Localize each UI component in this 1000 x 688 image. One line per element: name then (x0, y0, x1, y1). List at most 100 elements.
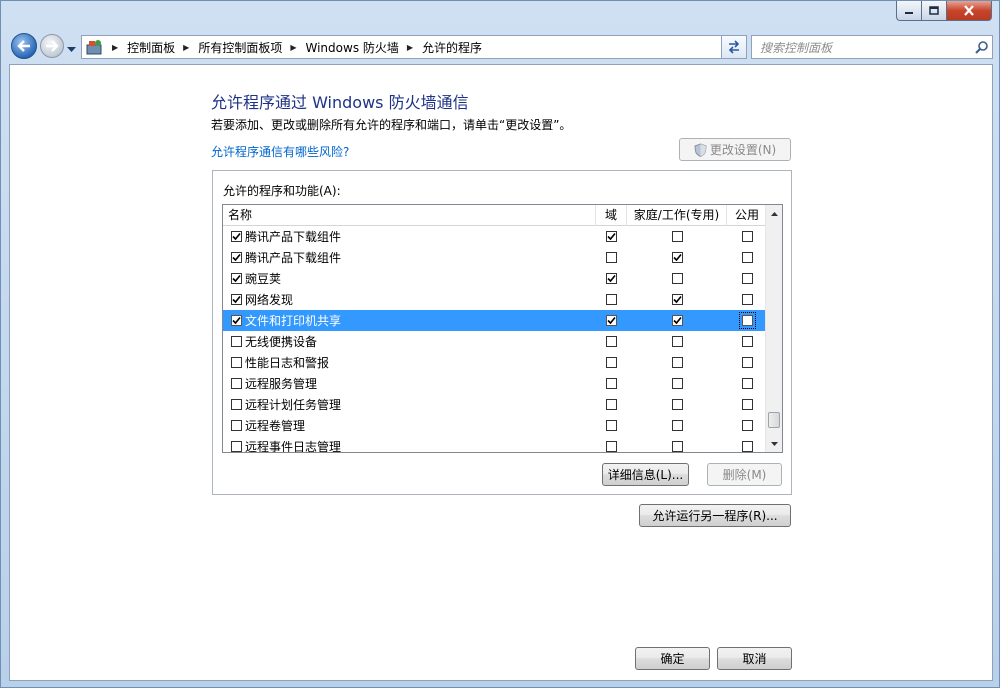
domain-checkbox[interactable] (606, 399, 617, 410)
domain-checkbox[interactable] (606, 420, 617, 431)
breadcrumb-control-panel[interactable]: 控制面板 (125, 36, 177, 58)
program-enabled-checkbox[interactable] (231, 441, 242, 452)
public-cell (727, 310, 767, 331)
public-checkbox[interactable] (741, 294, 753, 305)
program-enabled-checkbox[interactable] (231, 273, 242, 284)
program-row[interactable]: 远程计划任务管理 (223, 394, 767, 415)
details-button[interactable]: 详细信息(L)... (602, 463, 689, 486)
program-row[interactable]: 网络发现 (223, 289, 767, 310)
cancel-button[interactable]: 取消 (717, 647, 792, 670)
search-icon[interactable] (970, 40, 992, 54)
breadcrumb-all-items[interactable]: 所有控制面板项 (196, 36, 284, 58)
forward-button[interactable] (40, 34, 64, 58)
close-button[interactable] (947, 1, 992, 21)
breadcrumb-firewall[interactable]: Windows 防火墙 (304, 36, 401, 58)
page-title: 允许程序通过 Windows 防火墙通信 (211, 93, 469, 112)
maximize-button[interactable] (922, 1, 947, 21)
program-rows: 腾讯产品下载组件 腾讯产品下载组件 豌豆荚 网络发现 文件和打印机共享无线便携设备 性能日… (223, 226, 767, 452)
program-name-cell: 性能日志和警报 (223, 354, 596, 371)
allow-another-program-button[interactable]: 允许运行另一程序(R)... (639, 504, 791, 527)
allowed-programs-label: 允许的程序和功能(A): (223, 184, 341, 198)
program-name-cell: 无线便携设备 (223, 333, 596, 350)
program-row[interactable]: 远程卷管理 (223, 415, 767, 436)
back-arrow-icon (17, 40, 30, 52)
search-box[interactable]: 搜索控制面板 (751, 35, 993, 59)
home-work-checkbox[interactable] (671, 378, 683, 389)
program-row[interactable]: 性能日志和警报 (223, 352, 767, 373)
program-enabled-checkbox[interactable] (231, 252, 242, 263)
checkmark-icon (607, 274, 616, 283)
program-enabled-checkbox[interactable] (231, 294, 242, 305)
domain-checkbox[interactable] (606, 315, 617, 326)
domain-checkbox[interactable] (606, 231, 617, 242)
home-cell (627, 352, 727, 373)
change-settings-button[interactable]: 更改设置(N) (679, 138, 791, 161)
program-row[interactable]: 腾讯产品下载组件 (223, 247, 767, 268)
public-checkbox[interactable] (741, 399, 753, 410)
program-row[interactable]: 腾讯产品下载组件 (223, 226, 767, 247)
column-header-name[interactable]: 名称 (223, 205, 596, 226)
home-work-checkbox[interactable] (671, 420, 683, 431)
address-bar[interactable]: ▶ 控制面板 ▶ 所有控制面板项 ▶ Windows 防火墙 ▶ 允许的程序 (81, 35, 745, 59)
domain-checkbox[interactable] (606, 294, 617, 305)
column-header-home-work[interactable]: 家庭/工作(专用) (627, 205, 727, 226)
scroll-thumb[interactable] (768, 412, 780, 428)
column-header-domain[interactable]: 域 (596, 205, 627, 226)
program-row[interactable]: 无线便携设备 (223, 331, 767, 352)
public-checkbox[interactable] (741, 336, 753, 347)
program-enabled-checkbox[interactable] (231, 315, 242, 326)
back-button[interactable] (11, 33, 37, 59)
public-checkbox[interactable] (741, 273, 753, 284)
domain-checkbox[interactable] (606, 273, 617, 284)
column-header-public[interactable]: 公用 (727, 205, 767, 226)
forward-arrow-icon (46, 40, 59, 52)
program-enabled-checkbox[interactable] (231, 399, 242, 410)
program-row[interactable]: 远程服务管理 (223, 373, 767, 394)
program-enabled-checkbox[interactable] (231, 231, 242, 242)
program-row[interactable]: 豌豆荚 (223, 268, 767, 289)
search-input[interactable]: 搜索控制面板 (752, 39, 970, 56)
domain-checkbox[interactable] (606, 252, 617, 263)
domain-checkbox[interactable] (606, 441, 617, 452)
home-work-checkbox[interactable] (671, 441, 683, 452)
public-checkbox[interactable] (741, 378, 753, 389)
list-header: 名称 域 家庭/工作(专用) 公用 (223, 205, 767, 226)
program-row[interactable]: 文件和打印机共享 (223, 310, 767, 331)
domain-cell (596, 373, 627, 394)
public-checkbox[interactable] (741, 441, 753, 452)
home-work-checkbox[interactable] (671, 273, 683, 284)
home-work-checkbox[interactable] (671, 315, 683, 326)
public-checkbox[interactable] (741, 357, 753, 368)
home-work-checkbox[interactable] (671, 399, 683, 410)
home-work-checkbox[interactable] (671, 252, 683, 263)
refresh-button[interactable] (721, 35, 747, 59)
program-enabled-checkbox[interactable] (231, 357, 242, 368)
breadcrumb-allowed-programs[interactable]: 允许的程序 (420, 36, 484, 58)
home-work-checkbox[interactable] (671, 336, 683, 347)
public-checkbox[interactable] (741, 420, 753, 431)
program-enabled-checkbox[interactable] (231, 378, 242, 389)
list-scrollbar[interactable] (765, 205, 782, 452)
domain-checkbox[interactable] (606, 378, 617, 389)
program-row[interactable]: 远程事件日志管理 (223, 436, 767, 452)
public-checkbox[interactable] (741, 252, 753, 263)
scroll-up-button[interactable] (766, 205, 782, 222)
scroll-down-button[interactable] (766, 435, 782, 452)
home-work-checkbox[interactable] (671, 357, 683, 368)
home-work-checkbox[interactable] (671, 231, 683, 242)
public-checkbox[interactable] (738, 312, 756, 329)
program-enabled-checkbox[interactable] (231, 420, 242, 431)
public-checkbox[interactable] (741, 231, 753, 242)
recent-pages-dropdown[interactable] (67, 42, 76, 56)
program-enabled-checkbox[interactable] (231, 336, 242, 347)
allowed-programs-list[interactable]: 名称 域 家庭/工作(专用) 公用 腾讯产品下载组件 腾讯产品下载组件 豌豆荚 网络发… (222, 204, 783, 453)
domain-checkbox[interactable] (606, 336, 617, 347)
domain-checkbox[interactable] (606, 357, 617, 368)
home-work-checkbox[interactable] (671, 294, 683, 305)
risk-help-link[interactable]: 允许程序通信有哪些风险? (211, 143, 349, 160)
close-icon (964, 5, 974, 16)
remove-button[interactable]: 删除(M) (707, 463, 782, 486)
minimize-button[interactable] (896, 1, 922, 21)
public-cell (727, 247, 767, 268)
ok-button[interactable]: 确定 (635, 647, 710, 670)
